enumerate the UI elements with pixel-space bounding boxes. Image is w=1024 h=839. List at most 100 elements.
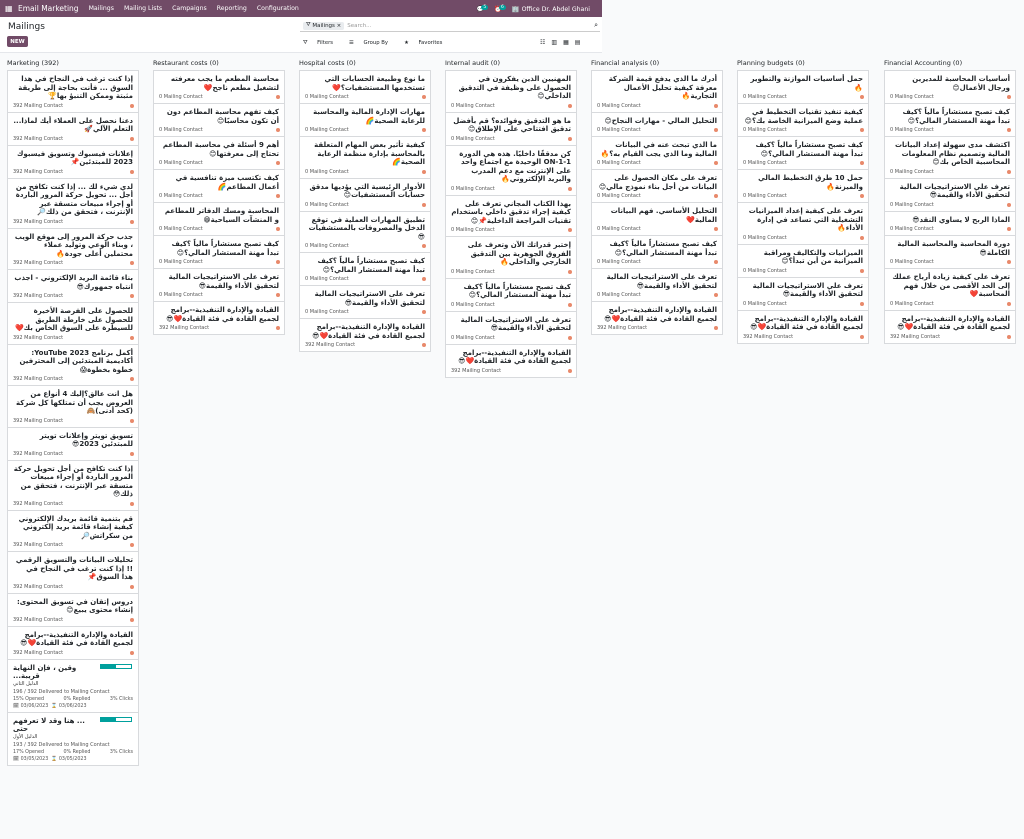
mailing-card[interactable]: تعرف على الاستراتيجيات المالية لتحقيق ال… (737, 277, 869, 311)
status-dot-icon[interactable] (568, 368, 572, 373)
mailing-card[interactable]: كيف تصبح مستشاراً مالياً ؟كيف تبدأ مهنة … (884, 104, 1016, 137)
status-dot-icon[interactable] (276, 194, 280, 198)
mailing-card[interactable]: تحليلات البيانات والتسويق الرقمي !! إذا … (7, 552, 139, 594)
mailing-card[interactable]: للحصول على الفرصة الأخيرة للحصول على خار… (7, 303, 139, 345)
status-dot-icon[interactable] (714, 194, 718, 198)
facet-close-icon[interactable]: × (337, 23, 342, 29)
status-dot-icon[interactable] (276, 260, 280, 264)
mailing-card[interactable]: تعرف على كيفية زيادة أرباح عملك إلى الحد… (884, 269, 1016, 311)
mailing-card[interactable]: التحليل المالي - مهارات النجاح😊 0 Mailing… (591, 112, 723, 137)
menu-campaigns[interactable]: Campaigns (172, 5, 207, 12)
mailing-card[interactable]: هل انت عالق؟إليك 4 أنواع من العروض يجب أ… (7, 386, 139, 428)
menu-mailings[interactable]: Mailings (89, 5, 114, 12)
column-header[interactable]: Restaurant costs (0) (153, 56, 285, 70)
status-dot-icon[interactable] (1007, 128, 1011, 132)
mailing-card[interactable]: القيادة والإدارة التنفيذية--برامج لجميع … (7, 626, 139, 660)
menu-reporting[interactable]: Reporting (217, 5, 247, 12)
column-header[interactable]: Internal audit (0) (445, 56, 577, 70)
mailing-card[interactable]: القيادة والإدارة التنفيذية--برامج لجميع … (737, 310, 869, 344)
mailing-card-sent[interactable]: وقين ، فإن النهاية قريبة... الدليل الثاني… (7, 659, 139, 713)
mailing-card[interactable]: كن مدققًا داخليًا. هذه هي الدورة ON-1-1 … (445, 145, 577, 196)
status-dot-icon[interactable] (276, 95, 280, 99)
mailing-card[interactable]: القيادة والإدارة التنفيذية--برامج لجميع … (591, 302, 723, 335)
new-button[interactable]: NEW (7, 36, 28, 47)
mailing-card[interactable]: كيف تصبح مستشاراً مالياً ؟كيف تبدأ مهنة … (153, 236, 285, 269)
mailing-card[interactable]: جذب حركة المرور إلى موقع الويب ، وبناء ا… (7, 228, 139, 270)
favorites-button[interactable]: ★ Favorites (404, 40, 450, 47)
status-dot-icon[interactable] (130, 584, 134, 589)
mailing-card[interactable]: المهنيين الذين يفكرون في الحصول على وظيف… (445, 70, 577, 113)
search-facet[interactable]: ⛛ Mailings × (303, 21, 345, 30)
mailing-card[interactable]: إذا كنت تكافح من أجل تحويل حركة المرور ا… (7, 460, 139, 511)
status-dot-icon[interactable] (130, 294, 134, 298)
mailing-card[interactable]: كيف تصبح مستشاراً مالياً ؟كيف تبدأ مهنة … (737, 137, 869, 170)
mailing-card[interactable]: بهذا الكتاب المجاني تعرف على كيفية إجراء… (445, 195, 577, 237)
mailing-card[interactable]: أهم 9 أسئلة في محاسبة المطاعم تحتاج إلى … (153, 137, 285, 170)
status-dot-icon[interactable] (860, 334, 864, 339)
status-dot-icon[interactable] (422, 202, 426, 207)
status-dot-icon[interactable] (568, 186, 572, 191)
status-dot-icon[interactable] (568, 269, 572, 274)
mailing-card[interactable]: التحليل الأساسي. فهم البيانات المالية❤️ 0… (591, 203, 723, 236)
status-dot-icon[interactable] (568, 302, 572, 307)
status-dot-icon[interactable] (860, 95, 864, 99)
status-dot-icon[interactable] (422, 310, 426, 314)
search-bar[interactable]: ⛛ Mailings × Search... ⌕ (300, 20, 600, 32)
status-dot-icon[interactable] (1007, 202, 1011, 207)
mailing-card[interactable]: تعرف على مكان الحصول على البيانات من أجل… (591, 170, 723, 203)
mailing-card[interactable]: كيف تصبح مستشاراً مالياً ؟كيف تبدأ مهنة … (445, 278, 577, 312)
status-dot-icon[interactable] (130, 451, 134, 456)
mailing-card[interactable]: ما الذي تبحث عنه في البيانات المالية وما… (591, 137, 723, 170)
mailing-card[interactable]: دروس إتقان في تسويق المحتوى: إنشاء محتوى… (7, 593, 139, 627)
status-dot-icon[interactable] (568, 136, 572, 141)
search-input[interactable]: Search... (347, 23, 371, 29)
status-dot-icon[interactable] (714, 293, 718, 297)
status-dot-icon[interactable] (714, 161, 718, 165)
column-header[interactable]: Planning budgets (0) (737, 56, 869, 70)
status-dot-icon[interactable] (422, 169, 426, 174)
company-switcher[interactable]: 🏢 Office Dr. Abdel Ghani (512, 5, 596, 13)
status-dot-icon[interactable] (130, 617, 134, 622)
mailing-card[interactable]: القيادة والإدارة التنفيذية--برامج لجميع … (299, 319, 431, 352)
status-dot-icon[interactable] (276, 227, 280, 231)
mailing-card[interactable]: القيادة والإدارة التنفيذية--برامج لجميع … (884, 310, 1016, 344)
mailing-card[interactable]: تعرف على الاستراتيجيات المالية لتحقيق ال… (591, 269, 723, 302)
status-dot-icon[interactable] (1007, 301, 1011, 306)
status-dot-icon[interactable] (714, 103, 718, 108)
mailing-card[interactable]: دورة المحاسبة والمحاسبة المالية الكاملة😎… (884, 236, 1016, 269)
mailing-card[interactable]: تعرف على كيفية إعداد الميزانيات التشغيلي… (737, 203, 869, 245)
mailing-card[interactable]: القيادة والإدارة التنفيذية--برامج لجميع … (153, 302, 285, 335)
mailing-card[interactable]: حمل 10 طرق التخطيط المالي والميزنة🔥 0 Mai… (737, 170, 869, 203)
mailing-card[interactable]: دعنا نحصل على العملاء أيك لماذا... التعل… (7, 112, 139, 146)
status-dot-icon[interactable] (130, 103, 134, 108)
status-dot-icon[interactable] (422, 244, 426, 248)
mailing-card[interactable]: كيف تصبح مستشاراً مالياً ؟كيف تبدأ مهنة … (299, 253, 431, 286)
mailing-card[interactable]: اكتشف مدى سهولة إعداد البيانات المالية و… (884, 137, 1016, 179)
app-name[interactable]: Email Marketing (18, 4, 79, 13)
mailing-card[interactable]: محاسبة المطعم ما يجب معرفته لتشغيل مطعم … (153, 70, 285, 104)
status-dot-icon[interactable] (568, 228, 572, 232)
status-dot-icon[interactable] (130, 261, 134, 265)
search-icon[interactable]: ⌕ (594, 21, 598, 30)
mailing-card[interactable]: قم بتنمية قائمة بريدك الإلكتروني كيفية إ… (7, 510, 139, 552)
status-dot-icon[interactable] (130, 650, 134, 655)
list-view-icon[interactable]: ☷ (540, 39, 545, 46)
status-dot-icon[interactable] (130, 418, 134, 423)
mailing-card[interactable]: ما هو التدقيق وفوائده؟ قم بأفضل تدقيق اف… (445, 112, 577, 146)
mailing-card[interactable]: تعرف على الاستراتيجيات المالية لتحقيق ال… (153, 269, 285, 302)
menu-mailing-lists[interactable]: Mailing Lists (124, 5, 162, 12)
status-dot-icon[interactable] (130, 335, 134, 340)
status-dot-icon[interactable] (714, 326, 718, 330)
status-dot-icon[interactable] (130, 543, 134, 547)
mailing-card[interactable]: تطبيق المهارات العملية في توقع الدخل وال… (299, 211, 431, 253)
status-dot-icon[interactable] (714, 227, 718, 231)
mailing-card[interactable]: حمل أساسيات الموازنة والتطوير🔥 0 Mailing … (737, 70, 869, 104)
status-dot-icon[interactable] (860, 235, 864, 240)
mailing-card[interactable]: كيف تكتسب ميزة تنافسية في أعمال المطاعم🌈… (153, 170, 285, 203)
mailing-card[interactable]: الماذا الربح لا يساوي النقد😎 0 Mailing Co… (884, 211, 1016, 236)
mailing-card[interactable]: أساسيات المحاسبة للمديرين ورجال الأعمال😊… (884, 70, 1016, 104)
status-dot-icon[interactable] (130, 377, 134, 381)
status-dot-icon[interactable] (130, 169, 134, 174)
status-dot-icon[interactable] (130, 136, 134, 141)
status-dot-icon[interactable] (860, 301, 864, 306)
